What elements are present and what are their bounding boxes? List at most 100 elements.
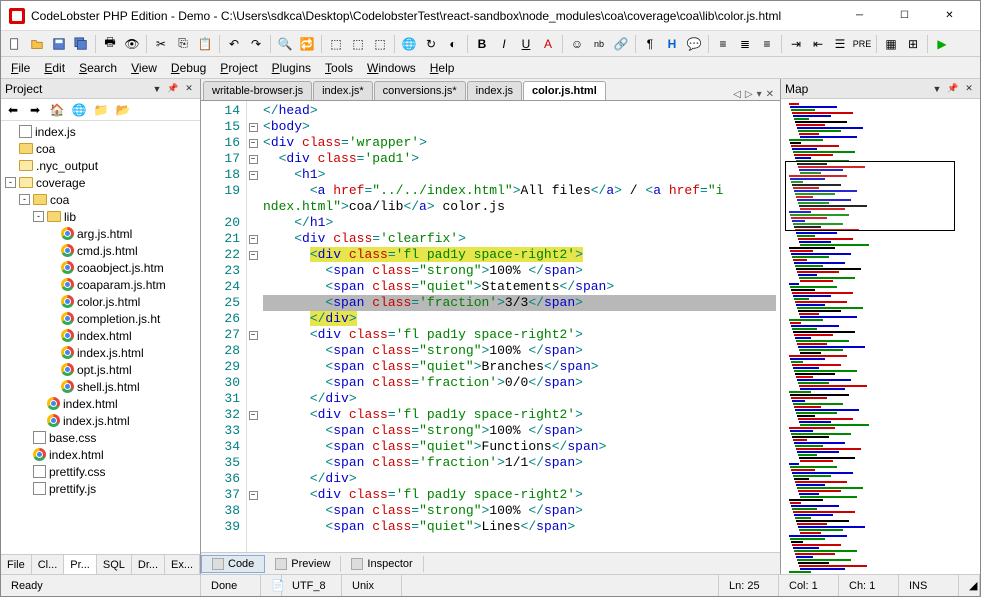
align-center-icon[interactable]: ≣ [735,34,755,54]
new-file-icon[interactable] [5,34,25,54]
new-folder-icon[interactable]: 📁 [91,100,111,120]
tree-item[interactable]: arg.js.html [3,225,198,242]
code-line[interactable]: <a href="../../index.html">All files</a>… [263,183,776,199]
fold-toggle-icon[interactable]: − [249,411,258,420]
print-icon[interactable]: 🖶 [100,34,120,54]
tab-list-icon[interactable]: ▾ [757,89,762,100]
tool-icon[interactable]: ◐ [443,34,463,54]
pre-icon[interactable]: PRE [852,34,872,54]
menu-project[interactable]: Project [214,59,263,77]
minimize-button[interactable]: ─ [837,2,882,30]
menu-edit[interactable]: Edit [38,59,71,77]
tab-close-icon[interactable]: ✕ [766,89,774,100]
project-tab[interactable]: Cl... [32,555,65,574]
underline-icon[interactable]: U [516,34,536,54]
code-line[interactable]: <span class="quiet">Branches</span> [263,359,776,375]
menu-help[interactable]: Help [424,59,461,77]
code-line[interactable]: <span class='fraction'>1/1</span> [263,455,776,471]
tree-item[interactable]: index.html [3,395,198,412]
code-line[interactable]: <span class="strong">100% </span> [263,423,776,439]
cut-icon[interactable]: ✂ [151,34,171,54]
comment-icon[interactable]: 💬 [684,34,704,54]
find-icon[interactable]: 🔍 [275,34,295,54]
code-line[interactable]: ndex.html">coa/lib</a> color.js [263,199,776,215]
project-tree[interactable]: index.jscoa.nyc_output-coverage-coa-liba… [1,121,200,554]
code-line[interactable]: <div class='pad1'> [263,151,776,167]
menu-view[interactable]: View [125,59,163,77]
code-line[interactable]: <div class='fl pad1y space-right2'> [263,327,776,343]
tree-item[interactable]: completion.js.ht [3,310,198,327]
fold-toggle-icon[interactable]: − [249,155,258,164]
editor-tab[interactable]: conversions.js* [374,81,466,100]
folder-icon[interactable]: 📂 [113,100,133,120]
panel-close-icon[interactable]: ✕ [182,82,196,96]
indent-icon[interactable]: ⇥ [786,34,806,54]
nbsp-icon[interactable]: nb [589,34,609,54]
menu-debug[interactable]: Debug [165,59,212,77]
run-icon[interactable]: ▶ [932,34,952,54]
tool-icon[interactable]: ⬚ [326,34,346,54]
grid-icon[interactable]: ⊞ [903,34,923,54]
emoji-icon[interactable]: ☺ [567,34,587,54]
italic-icon[interactable]: I [494,34,514,54]
code-line[interactable]: <span class="quiet">Functions</span> [263,439,776,455]
open-icon[interactable] [27,34,47,54]
project-tab[interactable]: Dr... [132,555,165,574]
tree-item[interactable]: opt.js.html [3,361,198,378]
tool-icon[interactable]: ⬚ [348,34,368,54]
tool-icon[interactable]: ⬚ [370,34,390,54]
code-content[interactable]: </head><body><div class='wrapper'> <div … [259,101,780,552]
fold-gutter[interactable]: −−−−−−−−− [247,101,259,552]
code-line[interactable]: </div> [263,391,776,407]
panel-dropdown-icon[interactable]: ▼ [930,82,944,96]
editor-tab[interactable]: index.js* [313,81,373,100]
refresh-icon[interactable]: ↻ [421,34,441,54]
forward-icon[interactable]: ➡ [25,100,45,120]
code-line[interactable]: <body> [263,119,776,135]
tree-item[interactable]: base.css [3,429,198,446]
view-tab-inspector[interactable]: Inspector [341,556,423,572]
code-line[interactable]: <span class="strong">100% </span> [263,503,776,519]
fold-toggle-icon[interactable]: − [249,171,258,180]
paste-icon[interactable]: 📋 [195,34,215,54]
redo-icon[interactable]: ↷ [246,34,266,54]
preview-icon[interactable]: 👁 [122,34,142,54]
code-line[interactable]: <div class='wrapper'> [263,135,776,151]
status-encoding[interactable]: UTF_8 [282,575,342,596]
tab-next-icon[interactable]: ▷ [745,89,753,100]
tab-prev-icon[interactable]: ◁ [733,89,741,100]
tree-item[interactable]: cmd.js.html [3,242,198,259]
tree-item[interactable]: .nyc_output [3,157,198,174]
close-button[interactable]: ✕ [927,2,972,30]
code-line[interactable]: <div class='fl pad1y space-right2'> [263,407,776,423]
tree-item[interactable]: prettify.css [3,463,198,480]
fold-toggle-icon[interactable]: − [249,139,258,148]
fold-toggle-icon[interactable]: − [249,123,258,132]
copy-icon[interactable]: ⎘ [173,34,193,54]
save-all-icon[interactable] [71,34,91,54]
reload-icon[interactable]: 🌐 [69,100,89,120]
panel-close-icon[interactable]: ✕ [962,82,976,96]
replace-icon[interactable]: 🔁 [297,34,317,54]
pilcrow-icon[interactable]: ¶ [640,34,660,54]
list-icon[interactable]: ☰ [830,34,850,54]
code-line[interactable]: </head> [263,103,776,119]
fold-toggle-icon[interactable]: − [249,331,258,340]
code-line[interactable]: <span class="strong">100% </span> [263,263,776,279]
project-tab[interactable]: SQL [97,555,132,574]
tree-item[interactable]: index.js.html [3,412,198,429]
tree-item[interactable]: coaparam.js.htm [3,276,198,293]
editor-tab[interactable]: index.js [467,81,522,100]
bold-icon[interactable]: B [472,34,492,54]
align-right-icon[interactable]: ≡ [757,34,777,54]
panel-dropdown-icon[interactable]: ▼ [150,82,164,96]
tree-item[interactable]: index.html [3,446,198,463]
code-line[interactable]: <div class='clearfix'> [263,231,776,247]
project-tab[interactable]: File [1,555,32,574]
tree-item[interactable]: color.js.html [3,293,198,310]
tree-item[interactable]: prettify.js [3,480,198,497]
minimap[interactable] [781,99,980,574]
tree-item[interactable]: coaobject.js.htm [3,259,198,276]
menu-tools[interactable]: Tools [319,59,359,77]
tree-item[interactable]: -lib [3,208,198,225]
